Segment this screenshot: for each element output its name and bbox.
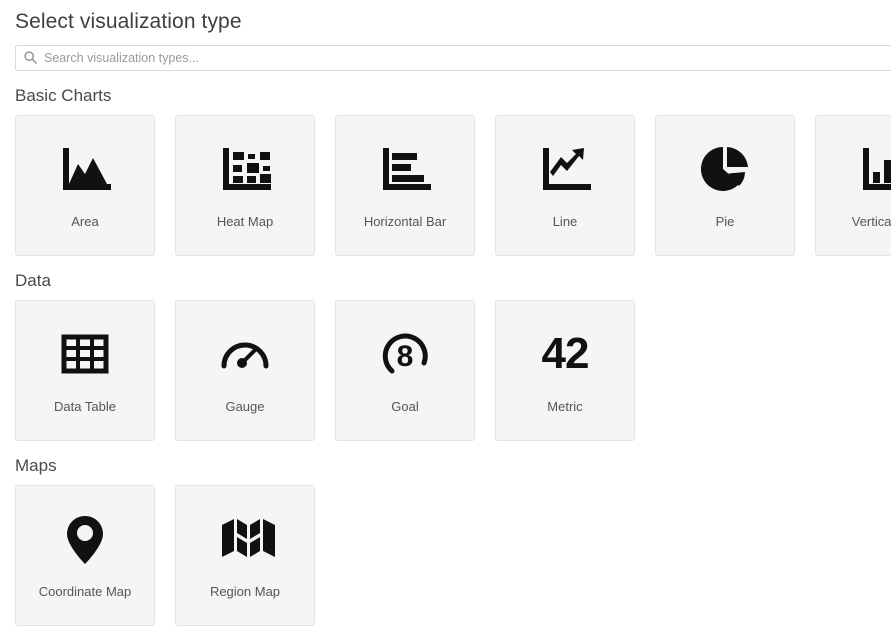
pie-chart-icon [694,138,756,200]
viz-card-pie[interactable]: Pie [655,115,795,256]
metric-icon-value: 42 [542,323,589,385]
section-title-basic-charts: Basic Charts [15,85,891,106]
viz-card-gauge[interactable]: Gauge [175,300,315,441]
viz-card-label: Gauge [225,399,264,415]
viz-card-label: Pie [716,214,735,230]
card-row-data: Data Table Gauge 8 [15,300,891,441]
viz-card-metric[interactable]: 42 Metric [495,300,635,441]
viz-card-region-map[interactable]: Region Map [175,485,315,626]
goal-icon-value: 8 [397,340,414,373]
viz-card-data-table[interactable]: Data Table [15,300,155,441]
metric-icon: 42 [534,323,596,385]
section-title-data: Data [15,270,891,291]
visualization-type-picker: Select visualization type Basic Charts [0,0,891,634]
search-input[interactable] [15,45,891,71]
card-row-basic-charts: Area [15,115,891,256]
viz-card-label: Region Map [210,584,280,600]
horizontal-bar-chart-icon [374,138,436,200]
map-pin-icon [54,508,116,570]
table-icon [54,323,116,385]
section-data: Data Data Table [15,270,891,441]
viz-card-label: Data Table [54,399,116,415]
folded-map-icon [214,508,276,570]
heat-map-icon [214,138,276,200]
page-title: Select visualization type [15,0,891,35]
section-title-maps: Maps [15,455,891,476]
gauge-icon [214,323,276,385]
viz-card-label: Area [71,214,98,230]
area-chart-icon [54,138,116,200]
viz-card-label: Vertical Bar [852,214,891,230]
viz-card-label: Heat Map [217,214,273,230]
search-field[interactable] [15,45,891,71]
section-maps: Maps Coordinate Map [15,455,891,626]
vertical-bar-chart-icon [854,138,891,200]
viz-card-area[interactable]: Area [15,115,155,256]
viz-card-label: Goal [391,399,418,415]
card-row-maps: Coordinate Map Region Map [15,485,891,626]
line-chart-icon [534,138,596,200]
viz-card-horizontal-bar[interactable]: Horizontal Bar [335,115,475,256]
viz-card-label: Horizontal Bar [364,214,446,230]
viz-card-coordinate-map[interactable]: Coordinate Map [15,485,155,626]
viz-card-label: Coordinate Map [39,584,132,600]
viz-card-label: Line [553,214,578,230]
section-basic-charts: Basic Charts Area [15,85,891,256]
viz-card-label: Metric [547,399,582,415]
viz-card-heat-map[interactable]: Heat Map [175,115,315,256]
viz-card-line[interactable]: Line [495,115,635,256]
viz-card-vertical-bar[interactable]: Vertical Bar [815,115,891,256]
goal-icon: 8 [374,323,436,385]
viz-card-goal[interactable]: 8 Goal [335,300,475,441]
